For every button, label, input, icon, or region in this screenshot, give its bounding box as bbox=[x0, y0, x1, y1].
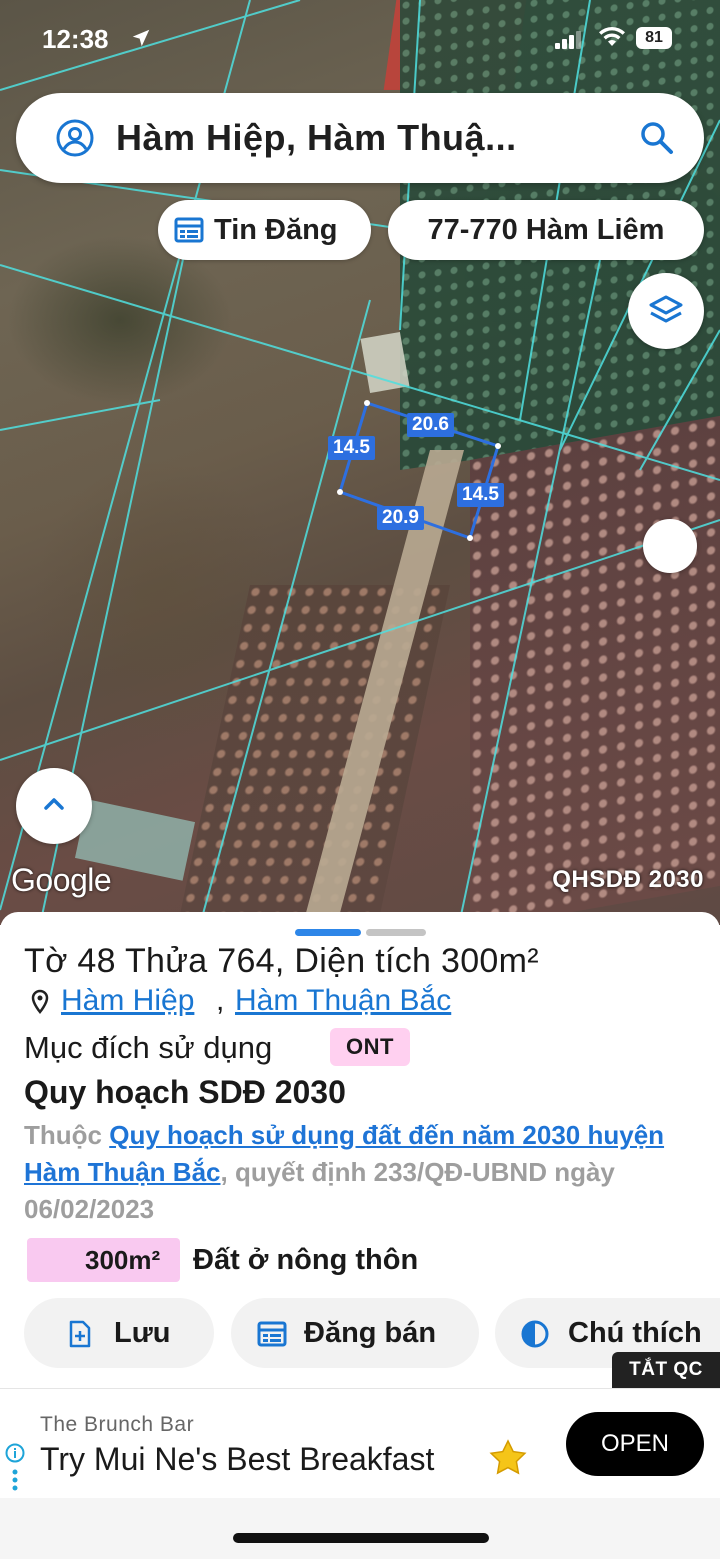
signal-icon bbox=[555, 31, 583, 49]
location-arrow-icon bbox=[132, 29, 150, 47]
layers-button[interactable] bbox=[628, 273, 704, 349]
search-bar[interactable]: Hàm Hiệp, Hàm Thuậ... bbox=[16, 93, 704, 183]
home-indicator[interactable] bbox=[233, 1533, 489, 1543]
expand-up-button[interactable] bbox=[16, 768, 92, 844]
calendar-list-icon bbox=[257, 1321, 287, 1347]
user-icon[interactable] bbox=[56, 119, 94, 157]
ad-headline[interactable]: Try Mui Ne's Best Breakfast bbox=[40, 1441, 434, 1478]
post-sale-button[interactable]: Đăng bán bbox=[231, 1298, 479, 1368]
map-handle-button[interactable] bbox=[643, 519, 697, 573]
google-attribution: Google bbox=[11, 862, 112, 898]
location-separator: , bbox=[216, 984, 225, 1017]
area-type-label: Đất ở nông thôn bbox=[193, 1244, 419, 1276]
search-query[interactable]: Hàm Hiệp, Hàm Thuậ... bbox=[116, 117, 517, 159]
parcel-title: Tờ 48 Thửa 764, Diện tích 300m² bbox=[24, 942, 539, 980]
address-chip[interactable]: 77-770 Hàm Liêm bbox=[388, 200, 704, 260]
layers-icon bbox=[649, 295, 683, 323]
ad-open-button[interactable]: OPEN bbox=[566, 1412, 704, 1476]
ad-banner[interactable]: The Brunch Bar Try Mui Ne's Best Breakfa… bbox=[0, 1388, 720, 1499]
bottom-area bbox=[0, 1498, 720, 1559]
plan-description: Thuộc Quy hoạch sử dụng đất đến năm 2030… bbox=[24, 1117, 704, 1228]
ad-advertiser: The Brunch Bar bbox=[40, 1413, 195, 1436]
parcel-edge-bottom: 20.9 bbox=[377, 506, 424, 530]
more-options-icon[interactable] bbox=[12, 1469, 18, 1491]
star-icon bbox=[489, 1439, 527, 1475]
sheet-pager[interactable] bbox=[295, 923, 431, 941]
location-pin-icon bbox=[31, 989, 49, 1014]
district-link[interactable]: Hàm Thuận Bắc bbox=[235, 984, 451, 1018]
post-sale-label: Đăng bán bbox=[304, 1317, 437, 1349]
area-value: 300m² bbox=[85, 1245, 161, 1275]
area-badge: 300m² bbox=[27, 1238, 180, 1282]
status-time: 12:38 bbox=[42, 24, 109, 54]
contrast-icon bbox=[521, 1320, 549, 1348]
save-label: Lưu bbox=[114, 1317, 171, 1349]
calendar-list-icon bbox=[174, 217, 204, 243]
save-button[interactable]: Lưu bbox=[24, 1298, 214, 1368]
land-use-code-badge: ONT bbox=[330, 1028, 410, 1066]
listing-chip-label: Tin Đăng bbox=[214, 214, 338, 246]
ad-off-button[interactable]: TẮT QC bbox=[612, 1352, 720, 1388]
search-icon[interactable] bbox=[638, 119, 676, 157]
wifi-icon bbox=[599, 27, 625, 46]
plan-heading: Quy hoạch SDĐ 2030 bbox=[24, 1074, 346, 1110]
parcel-info-sheet[interactable]: Tờ 48 Thửa 764, Diện tích 300m² Hàm Hiệp… bbox=[0, 912, 720, 1392]
battery-indicator: 81 bbox=[636, 27, 672, 49]
layer-label: QHSDĐ 2030 bbox=[552, 866, 704, 893]
chevron-up-icon bbox=[44, 798, 64, 810]
add-document-icon bbox=[69, 1320, 91, 1348]
parcel-edge-left: 14.5 bbox=[328, 436, 375, 460]
status-bar: 12:38 81 bbox=[0, 18, 720, 62]
land-use-label: Mục đích sử dụng bbox=[24, 1030, 273, 1065]
listing-chip[interactable]: Tin Đăng bbox=[158, 200, 371, 260]
info-icon[interactable] bbox=[5, 1443, 25, 1463]
plan-prefix: Thuộc bbox=[24, 1120, 110, 1150]
parcel-edge-top: 20.6 bbox=[407, 413, 454, 437]
parcel-edge-right: 14.5 bbox=[457, 483, 504, 507]
commune-link[interactable]: Hàm Hiệp bbox=[61, 984, 194, 1018]
